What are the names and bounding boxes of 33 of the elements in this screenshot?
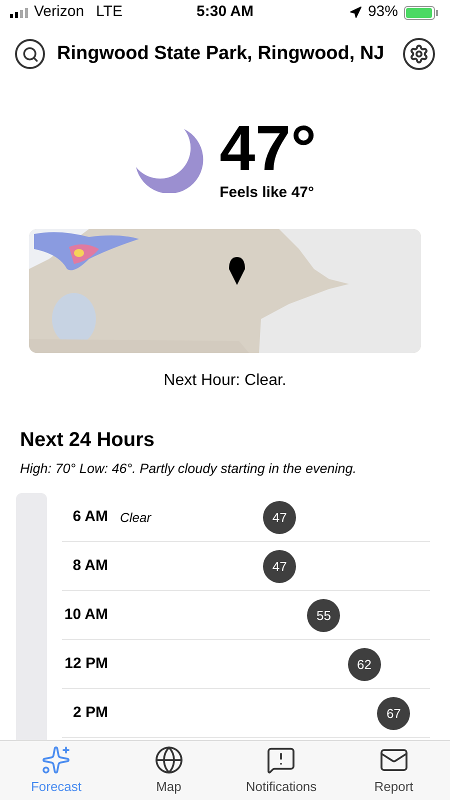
next-hour-summary: Next Hour: Clear. (162, 371, 288, 391)
battery-icon (404, 6, 440, 20)
globe-icon (154, 744, 184, 775)
feels-like-text: Feels like 47° (220, 182, 316, 203)
location-title: Ringwood State Park, Ringwood, NJ (57, 42, 386, 66)
hour-label: 6 AM (72, 507, 108, 527)
temperature-bubble: 67 (377, 696, 410, 730)
tab[interactable]: Notifications (225, 741, 338, 800)
moon-icon (134, 127, 206, 193)
signal-icon (10, 8, 28, 18)
settings-button[interactable] (403, 38, 435, 70)
current-temperature: 47° (220, 116, 316, 180)
location-arrow-icon (348, 6, 362, 19)
hour-label: 10 AM (64, 605, 108, 625)
battery-percent: 93% (368, 2, 398, 22)
daily-summary: High: 70° Low: 46°. Partly cloudy starting in the evening. (19, 460, 358, 478)
temperature-bubble: 47 (263, 550, 296, 583)
temperature-bubble: 62 (348, 648, 381, 681)
hour-label: 12 PM (64, 654, 108, 674)
network-type: LTE (96, 2, 122, 22)
hour-label: 8 AM (72, 556, 108, 576)
temperature-bubble: 55 (307, 598, 340, 632)
hour-label: 2 PM (72, 703, 108, 723)
search-button[interactable] (15, 39, 45, 69)
temperature-bubble: 47 (263, 500, 296, 534)
gear-icon (409, 44, 429, 64)
condition-label: Clear (120, 508, 152, 526)
search-icon (22, 46, 38, 62)
tab[interactable]: Report (338, 741, 450, 800)
tab[interactable]: Map (112, 741, 225, 800)
clock: 5:30 AM (196, 2, 254, 22)
section-title: Next 24 Hours (19, 428, 156, 453)
carrier-name: Verizon (34, 2, 84, 22)
